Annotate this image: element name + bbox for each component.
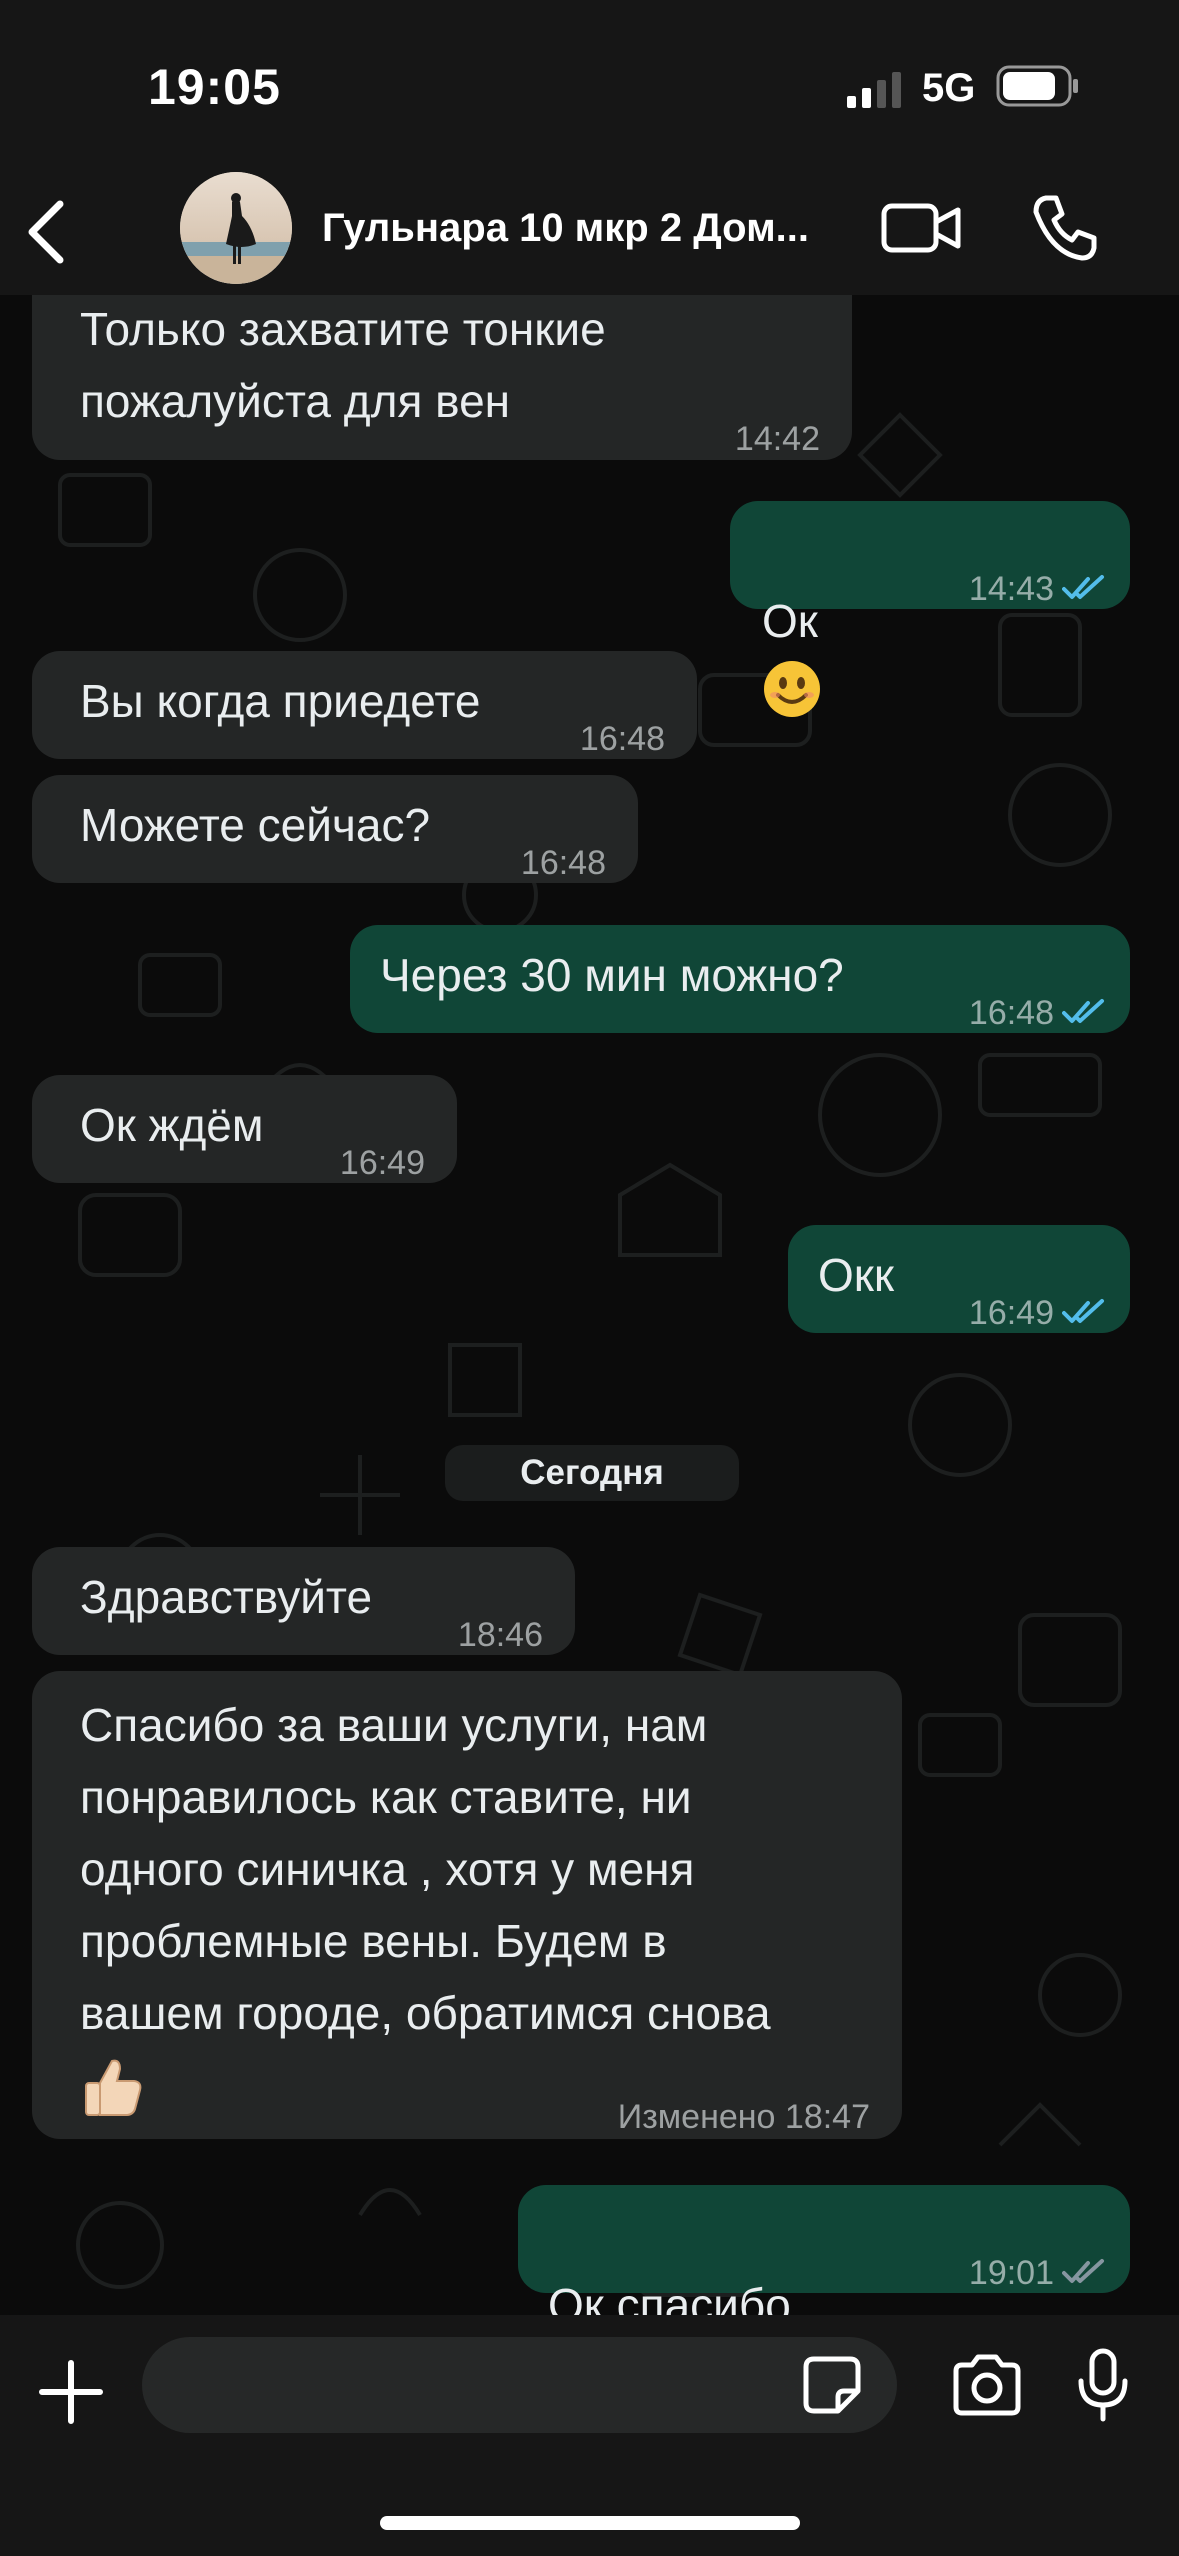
smiling-face-emoji-icon	[764, 661, 820, 717]
network-type: 5G	[922, 66, 976, 110]
message-time: 18:46	[457, 1616, 543, 1654]
message-input-bar	[0, 2315, 1179, 2556]
message-time-status: 16:49	[969, 1277, 1108, 1349]
message-bubble-outgoing[interactable]: Окк 16:49	[788, 1225, 1130, 1333]
contact-avatar[interactable]	[180, 172, 292, 284]
message-time: 16:48	[520, 844, 606, 882]
microphone-icon[interactable]	[1075, 2347, 1131, 2423]
message-time: 19:01	[968, 2254, 1054, 2292]
message-time-status: 16:48	[969, 977, 1108, 1049]
signal-bars-icon	[847, 72, 901, 108]
message-bubble-incoming[interactable]: Только захватите тонкие пожалуйста для в…	[32, 295, 852, 460]
status-time: 19:05	[148, 59, 281, 115]
message-bubble-incoming[interactable]: Можете сейчас? 16:48	[32, 775, 638, 883]
sticker-icon[interactable]	[800, 2353, 864, 2417]
message-bubble-outgoing[interactable]: Через 30 мин можно? 16:48	[350, 925, 1130, 1033]
message-text: Можете сейчас?	[80, 799, 431, 851]
message-text: Ок ждём	[80, 1099, 264, 1151]
double-check-delivered-icon	[1062, 2259, 1104, 2283]
message-text: Вы когда приедете	[80, 675, 481, 727]
message-time: 14:43	[968, 570, 1054, 608]
message-text: Здравствуйте	[80, 1571, 373, 1623]
message-bubble-incoming[interactable]: Ок ждём 16:49	[32, 1075, 457, 1183]
phone-call-icon[interactable]	[1028, 192, 1100, 264]
message-bubble-outgoing[interactable]: Ок 14:43	[730, 501, 1130, 717]
message-text: Через 30 мин можно?	[380, 949, 844, 1001]
back-chevron-icon[interactable]	[18, 192, 78, 272]
contact-name[interactable]: Гульнара 10 мкр 2 Дом...	[322, 206, 852, 251]
double-check-read-icon	[1062, 999, 1104, 1023]
message-text: Спасибо за ваши услуги, нам понравилось …	[80, 1699, 771, 2039]
message-time-status: 14:43	[969, 553, 1108, 625]
message-text-content: Ок	[762, 595, 818, 647]
battery-icon	[996, 65, 1078, 107]
double-check-read-icon	[1062, 1299, 1104, 1323]
message-bubble-outgoing[interactable]: Ок спасибо 19:01	[518, 2185, 1130, 2315]
message-time: 16:48	[968, 994, 1054, 1032]
message-time: 14:42	[734, 420, 820, 458]
message-text: Окк	[818, 1249, 895, 1301]
message-time: 16:48	[579, 720, 665, 758]
message-bubble-incoming[interactable]: Спасибо за ваши услуги, нам понравилось …	[32, 1671, 902, 2139]
message-time-status: 19:01	[969, 2237, 1108, 2309]
message-input[interactable]	[142, 2337, 897, 2433]
message-time: 16:49	[968, 1294, 1054, 1332]
chat-header: Гульнара 10 мкр 2 Дом...	[0, 170, 1179, 296]
message-bubble-incoming[interactable]: Здравствуйте 18:46	[32, 1547, 575, 1655]
plus-icon[interactable]	[36, 2357, 106, 2427]
thumbs-up-emoji-icon	[85, 2059, 142, 2116]
status-bar: 19:05 5G	[0, 0, 1179, 170]
video-call-icon[interactable]	[880, 196, 964, 260]
message-text-content: Ок спасибо	[548, 2279, 791, 2315]
avatar-photo-icon	[180, 172, 292, 284]
message-bubble-incoming[interactable]: Вы когда приедете 16:48	[32, 651, 697, 759]
message-text: Ок спасибо	[548, 2197, 791, 2315]
message-text: Ок	[762, 513, 822, 729]
message-time: 16:49	[339, 1144, 425, 1182]
home-indicator[interactable]	[380, 2516, 800, 2530]
chat-area[interactable]: Только захватите тонкие пожалуйста для в…	[0, 295, 1179, 2315]
message-text: Только захватите тонкие пожалуйста для в…	[80, 303, 606, 427]
date-separator: Сегодня	[445, 1445, 739, 1501]
double-check-read-icon	[1062, 575, 1104, 599]
camera-icon[interactable]	[950, 2353, 1024, 2417]
message-time-edited: Изменено 18:47	[617, 2098, 870, 2136]
